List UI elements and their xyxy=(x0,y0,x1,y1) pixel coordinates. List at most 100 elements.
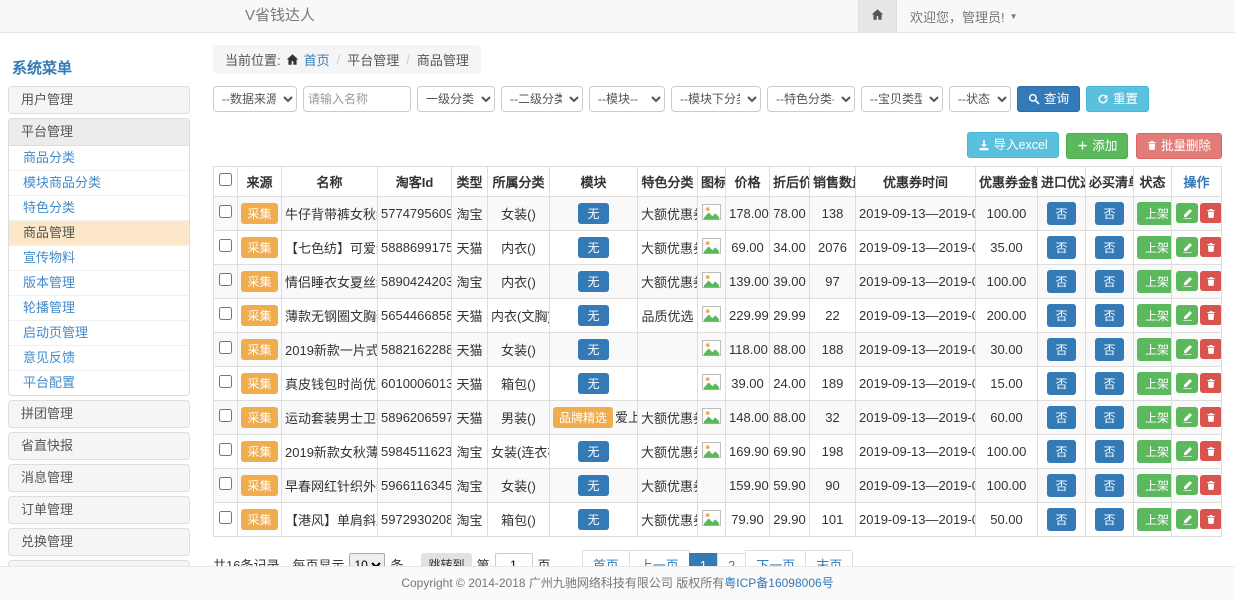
breadcrumb-home-link[interactable]: 首页 xyxy=(304,50,330,69)
must-buy-toggle[interactable]: 否 xyxy=(1095,270,1123,293)
sidebar-group-header[interactable]: 用户管理 xyxy=(9,87,189,113)
sidebar-group-header[interactable]: 平台管理 xyxy=(9,119,189,146)
import-select-toggle[interactable]: 否 xyxy=(1047,440,1075,463)
delete-button[interactable] xyxy=(1200,203,1222,223)
delete-button[interactable] xyxy=(1200,407,1222,427)
filter-feature-category[interactable]: --特色分类-- xyxy=(767,86,855,112)
status-button[interactable]: 上架 xyxy=(1137,440,1172,463)
must-buy-toggle[interactable]: 否 xyxy=(1095,338,1123,361)
delete-button[interactable] xyxy=(1200,339,1222,359)
source-badge: 采集 xyxy=(241,271,277,292)
edit-button[interactable] xyxy=(1176,373,1198,393)
filter-status[interactable]: --状态-- xyxy=(949,86,1011,112)
edit-button[interactable] xyxy=(1176,237,1198,257)
sidebar-subitem[interactable]: 商品分类 xyxy=(9,146,189,171)
batch-delete-button[interactable]: 批量删除 xyxy=(1136,133,1222,159)
must-buy-toggle[interactable]: 否 xyxy=(1095,236,1123,259)
filter-item-type[interactable]: --宝贝类型-- xyxy=(861,86,943,112)
import-select-toggle[interactable]: 否 xyxy=(1047,372,1075,395)
import-select-toggle[interactable]: 否 xyxy=(1047,202,1075,225)
import-select-toggle[interactable]: 否 xyxy=(1047,236,1075,259)
edit-button[interactable] xyxy=(1176,203,1198,223)
sidebar-group-header[interactable]: 订单管理 xyxy=(9,497,189,523)
must-buy-toggle[interactable]: 否 xyxy=(1095,440,1123,463)
row-checkbox[interactable] xyxy=(219,443,232,456)
sidebar-subitem[interactable]: 轮播管理 xyxy=(9,296,189,321)
status-button[interactable]: 上架 xyxy=(1137,372,1172,395)
filter-name-search[interactable] xyxy=(303,86,411,112)
edit-button[interactable] xyxy=(1176,305,1198,325)
import-select-toggle[interactable]: 否 xyxy=(1047,338,1075,361)
sidebar-subitem[interactable]: 商品管理 xyxy=(9,221,189,246)
sidebar-subitem[interactable]: 版本管理 xyxy=(9,271,189,296)
status-button[interactable]: 上架 xyxy=(1137,202,1172,225)
import-select-toggle[interactable]: 否 xyxy=(1047,304,1075,327)
sidebar-group-header[interactable]: 兑换管理 xyxy=(9,529,189,555)
reset-button[interactable]: 重置 xyxy=(1086,86,1149,112)
sidebar-subitem[interactable]: 平台配置 xyxy=(9,371,189,395)
edit-button[interactable] xyxy=(1176,441,1198,461)
add-button[interactable]: 添加 xyxy=(1066,133,1128,159)
delete-button[interactable] xyxy=(1200,509,1222,529)
edit-button[interactable] xyxy=(1176,509,1198,529)
filter-module-subcategory[interactable]: --模块下分类-- xyxy=(671,86,761,112)
must-buy-toggle[interactable]: 否 xyxy=(1095,474,1123,497)
status-button[interactable]: 上架 xyxy=(1137,236,1172,259)
status-button[interactable]: 上架 xyxy=(1137,406,1172,429)
delete-button[interactable] xyxy=(1200,237,1222,257)
delete-button[interactable] xyxy=(1200,475,1222,495)
import-excel-button[interactable]: 导入excel xyxy=(967,132,1059,158)
must-buy-toggle[interactable]: 否 xyxy=(1095,304,1123,327)
status-button[interactable]: 上架 xyxy=(1137,270,1172,293)
must-buy-toggle[interactable]: 否 xyxy=(1095,406,1123,429)
sidebar-group: 订单管理 xyxy=(8,496,190,524)
icp-link[interactable]: 粤ICP备16098006号 xyxy=(724,576,833,590)
must-buy-toggle[interactable]: 否 xyxy=(1095,202,1123,225)
status-button[interactable]: 上架 xyxy=(1137,338,1172,361)
row-checkbox[interactable] xyxy=(219,511,232,524)
home-button[interactable] xyxy=(858,0,897,32)
feature-cell: 大额优惠券 xyxy=(638,502,698,536)
select-all-checkbox[interactable] xyxy=(219,173,232,186)
product-image-icon xyxy=(702,238,721,254)
sidebar-subitem[interactable]: 模块商品分类 xyxy=(9,171,189,196)
import-select-toggle[interactable]: 否 xyxy=(1047,474,1075,497)
delete-button[interactable] xyxy=(1200,441,1222,461)
user-menu[interactable]: 欢迎您，管理员! ▼ xyxy=(910,0,1018,32)
sidebar-subitem[interactable]: 宣传物料 xyxy=(9,246,189,271)
delete-button[interactable] xyxy=(1200,373,1222,393)
row-checkbox[interactable] xyxy=(219,375,232,388)
row-checkbox[interactable] xyxy=(219,341,232,354)
sidebar-group-header[interactable]: 拼团管理 xyxy=(9,401,189,427)
filter-module[interactable]: --模块-- xyxy=(589,86,665,112)
import-select-toggle[interactable]: 否 xyxy=(1047,270,1075,293)
row-checkbox[interactable] xyxy=(219,273,232,286)
filter-level1-category[interactable]: 一级分类 xyxy=(417,86,495,112)
search-button[interactable]: 查询 xyxy=(1017,86,1080,112)
must-buy-toggle[interactable]: 否 xyxy=(1095,508,1123,531)
edit-button[interactable] xyxy=(1176,475,1198,495)
filter-level2-category[interactable]: --二级分类-- xyxy=(501,86,583,112)
edit-button[interactable] xyxy=(1176,271,1198,291)
status-button[interactable]: 上架 xyxy=(1137,508,1172,531)
filter-data-source[interactable]: --数据来源-- xyxy=(213,86,297,112)
sidebar-subitem[interactable]: 特色分类 xyxy=(9,196,189,221)
edit-button[interactable] xyxy=(1176,339,1198,359)
edit-button[interactable] xyxy=(1176,407,1198,427)
sidebar-group-header[interactable]: 省直快报 xyxy=(9,433,189,459)
delete-button[interactable] xyxy=(1200,271,1222,291)
delete-button[interactable] xyxy=(1200,305,1222,325)
must-buy-toggle[interactable]: 否 xyxy=(1095,372,1123,395)
sidebar-subitem[interactable]: 启动页管理 xyxy=(9,321,189,346)
row-checkbox[interactable] xyxy=(219,205,232,218)
row-checkbox[interactable] xyxy=(219,409,232,422)
import-select-toggle[interactable]: 否 xyxy=(1047,508,1075,531)
sidebar-group-header[interactable]: 消息管理 xyxy=(9,465,189,491)
row-checkbox[interactable] xyxy=(219,239,232,252)
import-select-toggle[interactable]: 否 xyxy=(1047,406,1075,429)
sidebar-subitem[interactable]: 意见反馈 xyxy=(9,346,189,371)
status-button[interactable]: 上架 xyxy=(1137,474,1172,497)
status-button[interactable]: 上架 xyxy=(1137,304,1172,327)
row-checkbox[interactable] xyxy=(219,477,232,490)
row-checkbox[interactable] xyxy=(219,307,232,320)
